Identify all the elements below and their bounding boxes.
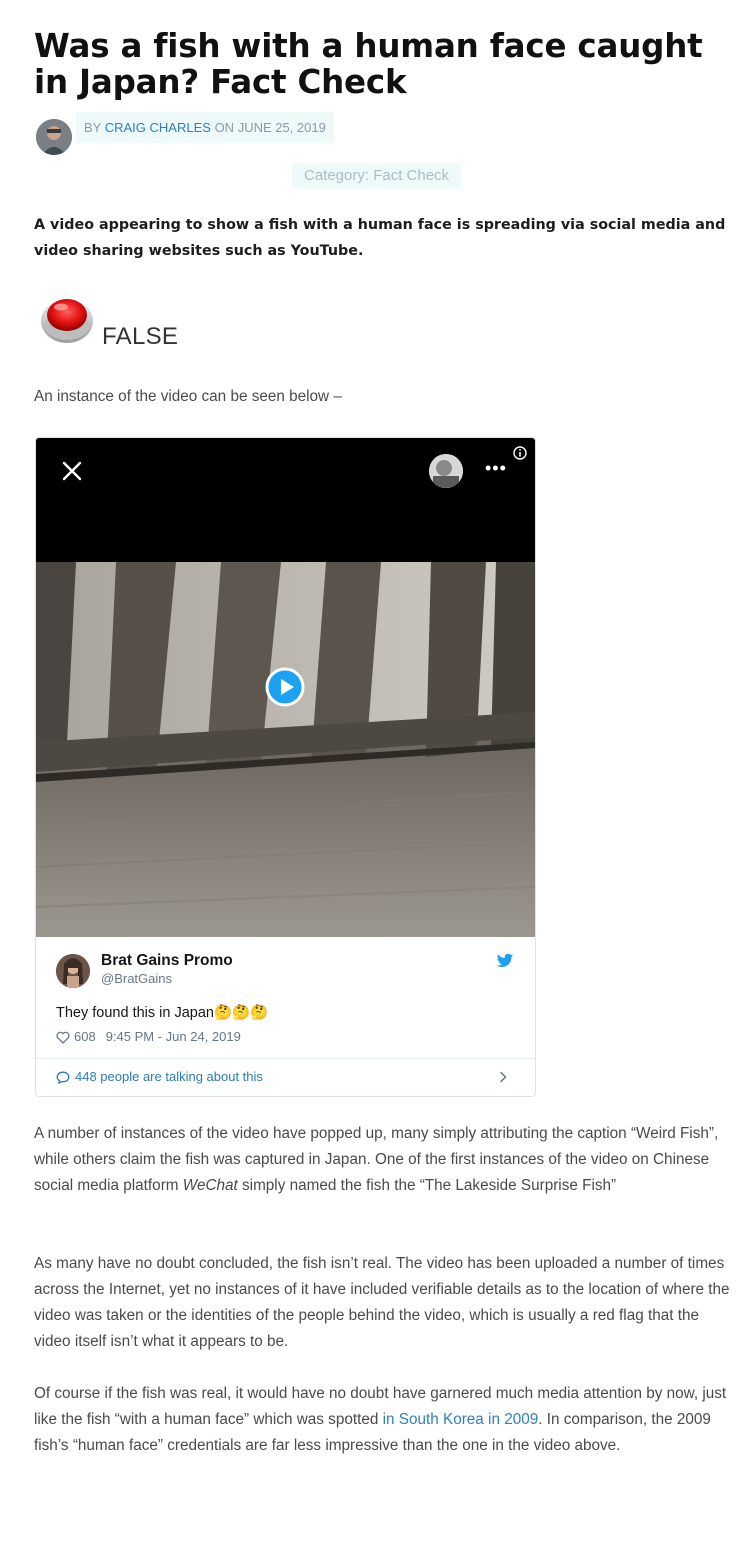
tweet-author-avatar[interactable] xyxy=(56,954,90,988)
tweet-meta: 608 9:45 PM - Jun 24, 2019 xyxy=(56,1029,241,1045)
verdict-label: FALSE xyxy=(102,323,179,350)
conversation-link[interactable]: 448 people are talking about this xyxy=(56,1068,263,1086)
author-link[interactable]: CRAIG CHARLES xyxy=(105,120,211,135)
paragraph-2: As many have no doubt concluded, the fis… xyxy=(34,1255,730,1350)
like-count[interactable]: 608 xyxy=(74,1029,96,1045)
red-button-icon xyxy=(38,291,96,347)
video-author-avatar[interactable] xyxy=(429,454,463,488)
category-badge[interactable]: Category: Fact Check xyxy=(292,163,462,189)
south-korea-2009-link[interactable]: in South Korea in 2009 xyxy=(383,1411,539,1428)
conversation-count[interactable]: 448 people are talking about this xyxy=(75,1068,263,1086)
video-player[interactable]: ••• xyxy=(36,438,535,937)
tweet-text: They found this in Japan🤔🤔🤔 xyxy=(56,1005,269,1021)
publish-date: JUNE 25, 2019 xyxy=(237,120,326,135)
date-prefix: ON xyxy=(214,120,235,135)
paragraph-3: Of course if the fish was real, it would… xyxy=(34,1385,727,1454)
more-icon[interactable]: ••• xyxy=(485,458,507,478)
article-title: Was a fish with a human face caught in J… xyxy=(34,27,703,101)
author-avatar[interactable] xyxy=(36,119,72,155)
embedded-tweet: ••• Brat Gains Promo @BratGains They fou… xyxy=(35,437,536,1097)
close-icon[interactable] xyxy=(60,459,84,483)
speech-bubble-icon xyxy=(56,1071,70,1084)
tweet-timestamp[interactable]: 9:45 PM - Jun 24, 2019 xyxy=(106,1029,241,1045)
intro-text: An instance of the video can be seen bel… xyxy=(34,388,342,405)
byline: BY CRAIG CHARLES ON JUNE 25, 2019 xyxy=(76,112,334,143)
tweet-divider xyxy=(36,1058,535,1059)
video-thumbnail xyxy=(36,562,535,937)
heart-icon[interactable] xyxy=(56,1031,70,1044)
twitter-bird-icon[interactable] xyxy=(496,953,514,969)
wechat-emphasis: WeChat xyxy=(182,1177,238,1194)
byline-prefix: BY xyxy=(84,120,102,135)
tweet-author-handle[interactable]: @BratGains xyxy=(101,971,172,987)
chevron-right-icon[interactable] xyxy=(498,1071,508,1083)
article-lead: A video appearing to show a fish with a … xyxy=(34,217,726,259)
paragraph-1: A number of instances of the video have … xyxy=(34,1125,719,1194)
info-icon[interactable] xyxy=(513,446,527,460)
tweet-author-name[interactable]: Brat Gains Promo xyxy=(101,952,233,970)
play-icon[interactable] xyxy=(265,667,305,707)
